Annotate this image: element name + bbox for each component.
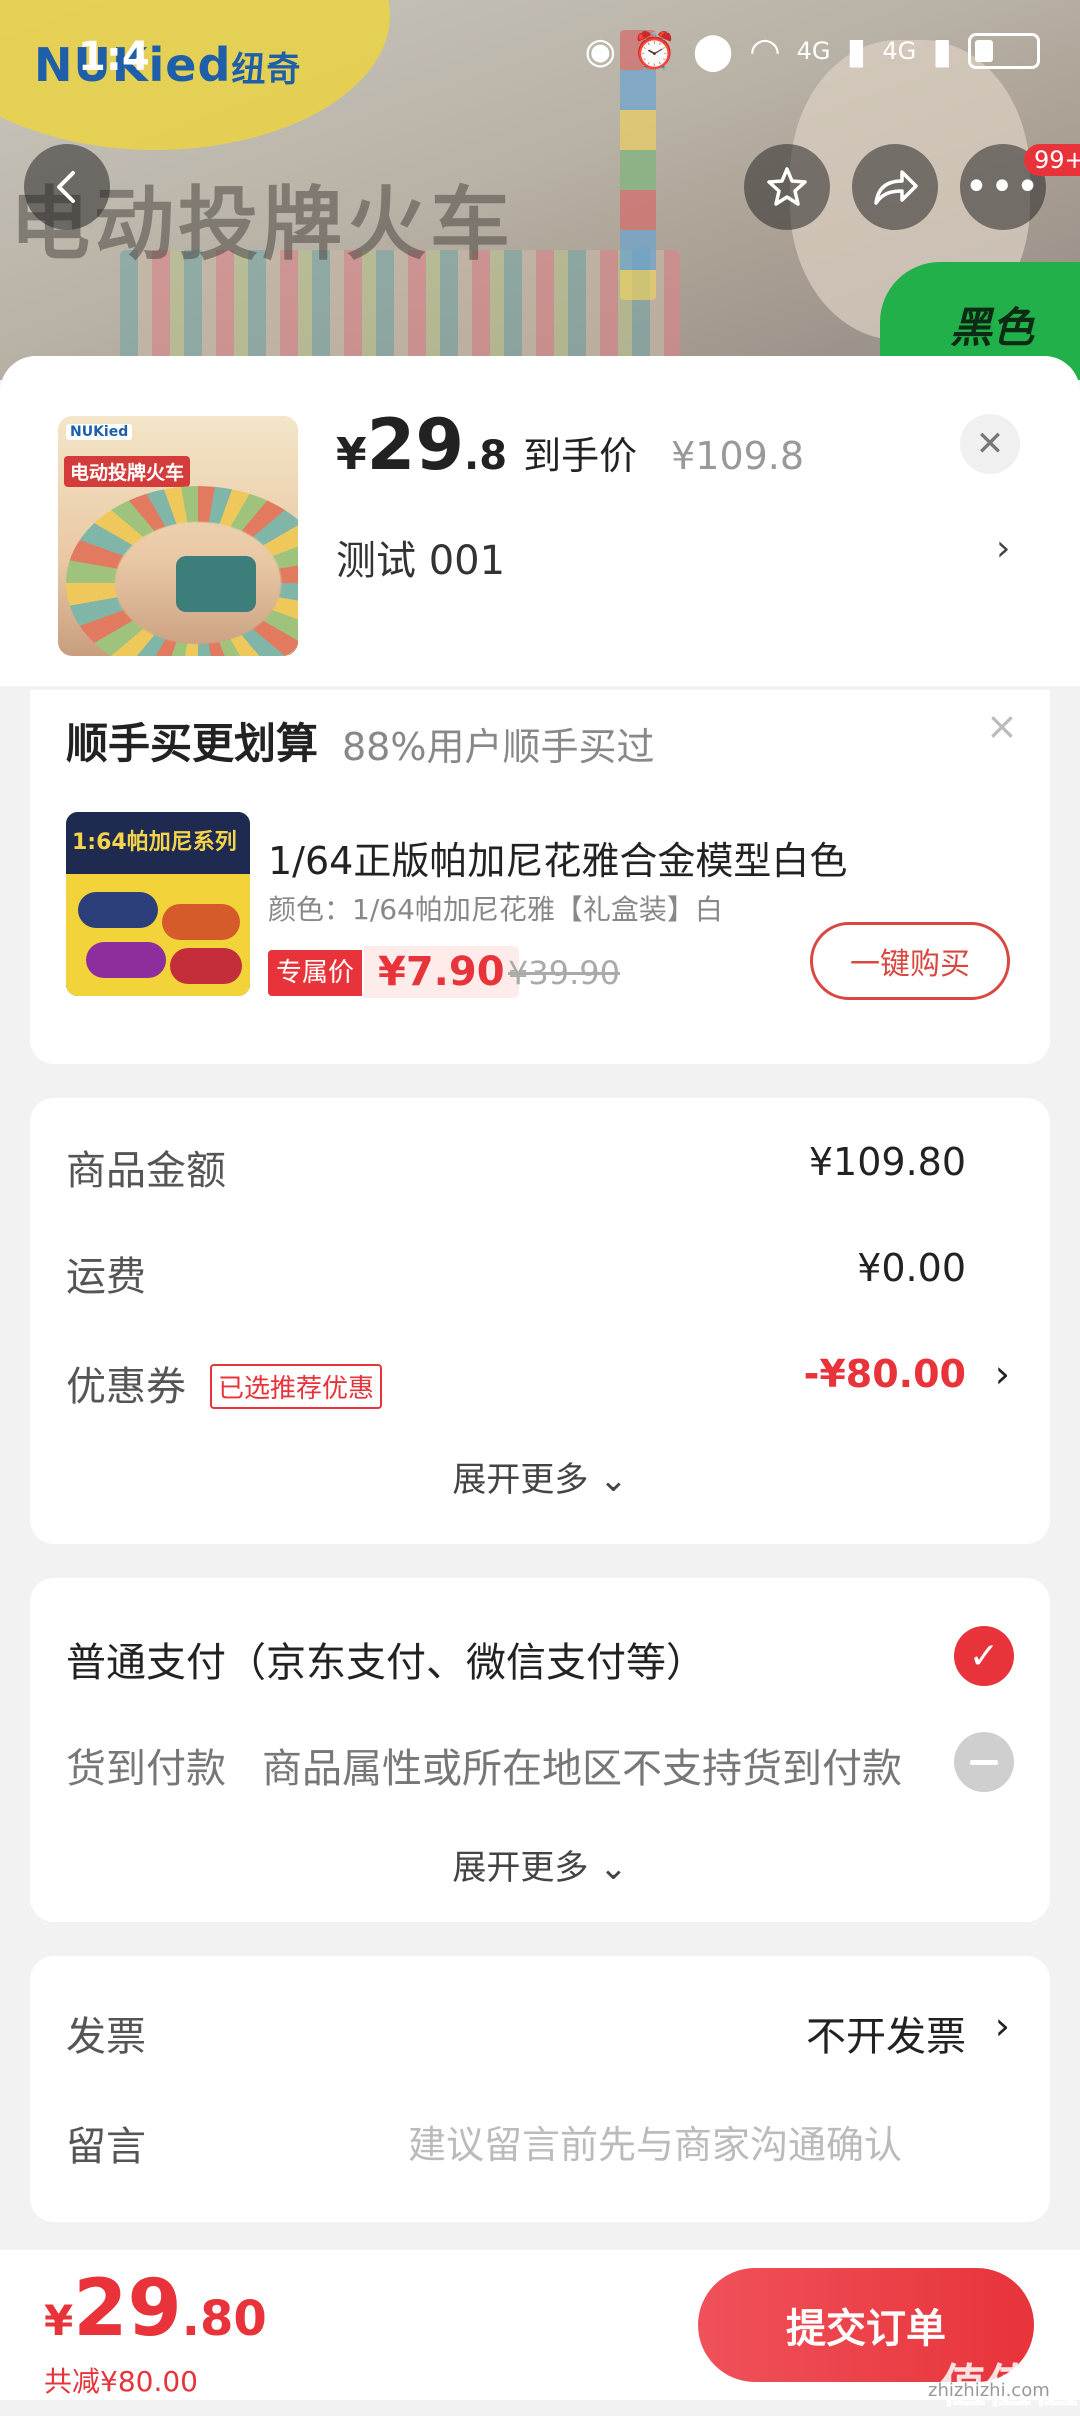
normal-payment-option[interactable]: 普通支付（京东支付、微信支付等） [66, 1630, 706, 1688]
goods-amount-label: 商品金额 [66, 1148, 226, 1194]
checkout-bar: ¥ 29 .80 共减¥80.00 提交订单 [0, 2250, 1080, 2400]
cod-label: 货到付款 [66, 1746, 226, 1792]
favorite-button[interactable] [744, 144, 830, 230]
model-car [78, 892, 158, 928]
disabled-option-icon [954, 1732, 1014, 1792]
product-thumbnail[interactable]: NUKied 电动投牌火车 [58, 416, 298, 656]
thumb-title: 电动投牌火车 [64, 456, 191, 487]
price-integer: 29 [366, 404, 465, 486]
model-car [86, 942, 166, 978]
goods-amount-value: ¥109.80 [808, 1140, 966, 1184]
coupon-value[interactable]: -¥80.00 [804, 1352, 966, 1396]
total-price: ¥ 29 .80 [44, 2264, 267, 2354]
status-icons: ◉ ⏰ ⬤ ◠ 4G ▮ 4G ▮ [585, 30, 1040, 72]
spec-arrow-icon[interactable]: › [996, 528, 1010, 569]
price-label: 到手价 [523, 434, 638, 478]
toy-train [176, 556, 256, 612]
network-label-2: 4G [882, 37, 917, 65]
upsell-product-spec: 颜色：1/64帕加尼花雅【礼盒装】白 [268, 893, 723, 926]
one-click-buy-button[interactable]: 一键购买 [810, 922, 1010, 1000]
status-bar: 1:4 ◉ ⏰ ⬤ ◠ 4G ▮ 4G ▮ [0, 0, 1080, 110]
upsell-image-header: 1:64帕加尼系列 [66, 812, 250, 874]
upsell-title: 顺手买更划算 [66, 719, 319, 768]
upsell-price: ¥7.90 [364, 946, 519, 998]
selected-spec[interactable]: 测试 001 [336, 528, 505, 586]
cod-note: 商品属性或所在地区不支持货到付款 [262, 1746, 902, 1792]
invoice-value[interactable]: 不开发票 [806, 2004, 966, 2062]
total-decimal: .80 [181, 2291, 267, 2347]
signal-icon-2: ▮ [932, 30, 952, 72]
price-currency: ¥ [336, 429, 367, 480]
original-price: ¥109.8 [671, 434, 805, 478]
payment-card: 普通支付（京东支付、微信支付等） ✓ 货到付款 商品属性或所在地区不支持货到付款… [30, 1578, 1050, 1922]
model-car [162, 904, 240, 940]
notification-badge: 99+ [1024, 144, 1080, 176]
model-car [170, 948, 242, 984]
total-integer: 29 [73, 2264, 182, 2354]
close-button[interactable]: ✕ [960, 414, 1020, 474]
star-icon [767, 167, 807, 206]
invoice-note-card: 发票 不开发票 › 留言 建议留言前先与商家沟通确认 [30, 1956, 1050, 2222]
note-input[interactable]: 建议留言前先与商家沟通确认 [408, 2114, 902, 2169]
order-sheet: NUKied 电动投牌火车 ¥ 29 .8 到手价 ¥109.8 ✕ 测试 00… [0, 356, 1080, 2246]
upsell-original-price: ¥39.90 [508, 954, 620, 992]
upsell-subtitle: 88%用户顺手买过 [342, 725, 655, 769]
thumb-brand: NUKied [66, 424, 133, 440]
upsell-product-image[interactable]: 1:64帕加尼系列 [66, 812, 250, 996]
upsell-card: 顺手买更划算 88%用户顺手买过 × 1:64帕加尼系列 1/64正版帕加尼花雅… [30, 690, 1050, 1064]
back-arrow-icon [57, 171, 75, 203]
battery-icon [968, 33, 1040, 69]
total-saved: 共减¥80.00 [44, 2365, 198, 2398]
product-price: ¥ 29 .8 到手价 ¥109.8 [336, 404, 804, 486]
checkmark-icon[interactable]: ✓ [954, 1626, 1014, 1686]
close-icon: ✕ [975, 424, 1005, 464]
wifi-icon: ◠ [749, 30, 781, 72]
total-currency: ¥ [44, 2296, 74, 2345]
signal-icon: ▮ [846, 30, 867, 72]
color-tag-label: 黑色 [950, 303, 1035, 352]
back-button[interactable] [24, 144, 110, 230]
eye-icon: ◉ [584, 30, 617, 72]
watermark-url: zhizhizhi.com [928, 2380, 1050, 2401]
invoice-label[interactable]: 发票 [66, 2004, 146, 2062]
summary-expand-more[interactable]: 展开更多 ⌄ [30, 1452, 1050, 1501]
share-button[interactable] [852, 144, 938, 230]
payment-expand-more[interactable]: 展开更多 ⌄ [30, 1840, 1050, 1889]
coupon-arrow-icon[interactable]: › [995, 1352, 1010, 1396]
network-label: 4G [796, 37, 831, 65]
upsell-close-icon[interactable]: × [986, 704, 1018, 748]
invoice-arrow-icon[interactable]: › [995, 2004, 1010, 2048]
price-decimal: .8 [464, 433, 508, 479]
shipping-value: ¥0.00 [857, 1246, 966, 1290]
product-header: NUKied 电动投牌火车 ¥ 29 .8 到手价 ¥109.8 ✕ 测试 00… [0, 356, 1080, 686]
share-icon [874, 170, 918, 205]
exclusive-price-tag: 专属价 [268, 950, 363, 996]
location-icon: ⬤ [692, 30, 734, 72]
upsell-image-text: 1:64帕加尼系列 [72, 830, 237, 855]
alarm-icon: ⏰ [632, 31, 677, 72]
price-summary-card: 商品金额 ¥109.80 运费 ¥0.00 优惠券 已选推荐优惠 -¥80.00… [30, 1098, 1050, 1544]
upsell-product-name[interactable]: 1/64正版帕加尼花雅合金模型白色 [268, 830, 847, 885]
note-label: 留言 [66, 2124, 146, 2170]
coupon-recommend-tag: 已选推荐优惠 [210, 1364, 383, 1409]
coupon-label[interactable]: 优惠券 [66, 1354, 186, 1412]
status-time: 1:4 [78, 34, 150, 80]
shipping-label: 运费 [66, 1254, 146, 1300]
